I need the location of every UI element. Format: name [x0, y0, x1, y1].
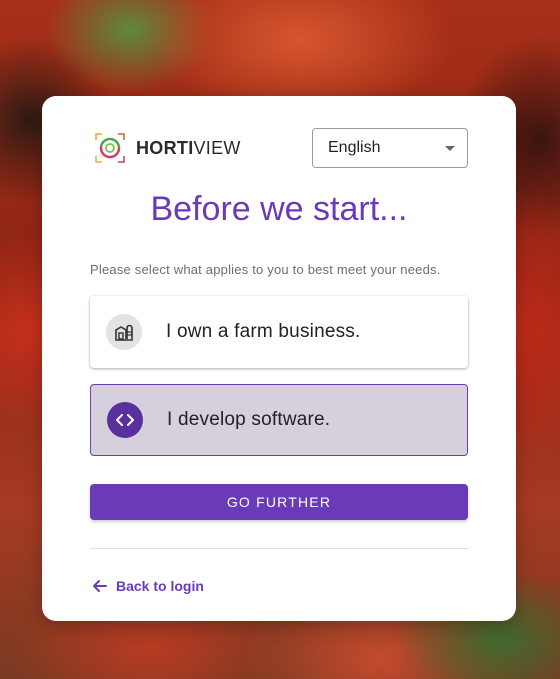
brand-name-regular: VIEW — [193, 137, 241, 158]
hortiview-logo-icon — [94, 132, 126, 164]
caret-down-icon — [445, 146, 455, 151]
onboarding-card: HORTIVIEW English Before we start... Ple… — [42, 96, 516, 621]
option-label: I own a farm business. — [166, 321, 361, 342]
divider — [90, 548, 468, 549]
page-title: Before we start... — [150, 190, 408, 228]
code-icon — [107, 402, 143, 438]
go-further-button[interactable]: GO FURTHER — [90, 484, 468, 520]
page-subtitle: Please select what applies to you to bes… — [90, 262, 441, 277]
back-to-login-label: Back to login — [116, 578, 204, 594]
farm-building-icon — [106, 314, 142, 350]
language-select-value: English — [328, 139, 381, 156]
brand-logo: HORTIVIEW — [94, 132, 241, 164]
option-develop-software[interactable]: I develop software. — [90, 384, 468, 456]
arrow-left-icon — [93, 580, 107, 592]
back-to-login-link[interactable]: Back to login — [92, 578, 204, 594]
brand-name: HORTIVIEW — [136, 138, 241, 159]
language-select[interactable]: English — [312, 128, 468, 168]
option-label: I develop software. — [167, 409, 331, 430]
brand-name-bold: HORTI — [136, 137, 194, 158]
option-farm-business[interactable]: I own a farm business. — [90, 296, 468, 368]
